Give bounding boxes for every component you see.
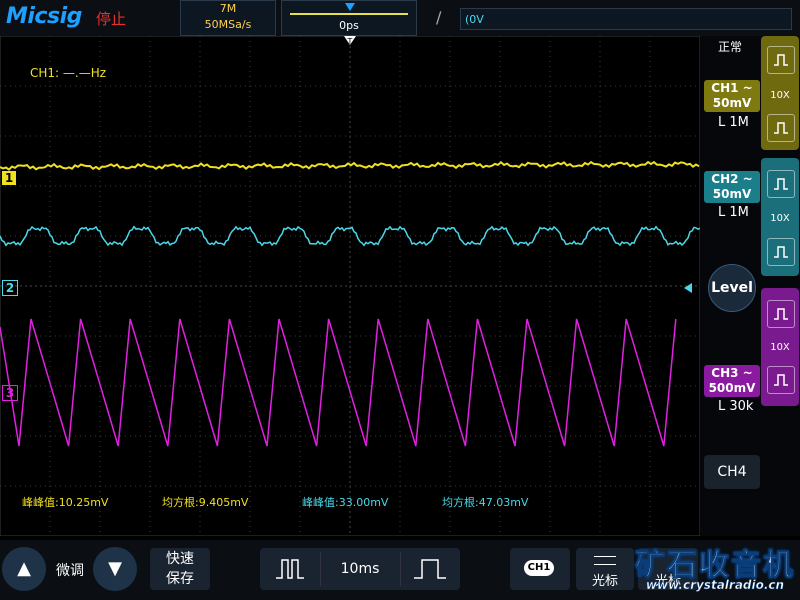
ch2-scale-label[interactable]: CH2 ~ 50mV [704,171,760,203]
sample-rate: 50MSa/s [204,18,252,31]
ch2-probe-factor[interactable]: 10X [761,213,799,224]
trigger-position-marker-icon [345,3,355,11]
record-length-bar [290,13,408,15]
ch2-coupling-tab[interactable]: 10X [761,158,799,276]
fine-adjust-label: 微调 [56,563,84,579]
dc-coupling-icon[interactable] [767,170,795,198]
ch2-volts-per-div: 50mV [712,187,752,201]
triangle-down-icon: ▼ [108,558,122,579]
ch1-trace [0,160,700,171]
site-watermark: 矿石收音机 www.crystalradio.cn [630,540,800,600]
ch1-ground-marker[interactable]: 1 [2,171,16,185]
measurement-ch1-rms: 均方根:9.405mV [162,496,249,509]
timebase-increase-button[interactable] [400,548,460,590]
trigger-level-box[interactable]: (0V [460,8,792,30]
cursor-label: 光标 [591,574,618,589]
ch3-scale-label[interactable]: CH3 ~ 500mV [704,365,760,397]
ch1-volts-per-div: 50mV [712,96,752,110]
ch3-probe-factor[interactable]: 10X [761,342,799,353]
trigger-mode[interactable]: 正常 [718,38,742,55]
run-stop-status[interactable]: 停止 [96,8,126,29]
ch1-scale-label[interactable]: CH1 ~ 50mV [704,80,760,112]
quick-save-label-line1: 快速 [166,551,194,567]
trigger-position-value: 0ps [339,19,359,32]
triangle-up-icon: ▲ [17,558,31,579]
ch3-ground-marker[interactable]: 3 [2,385,18,401]
acquisition-settings[interactable]: 7M 50MSa/s [180,0,276,36]
double-pulse-icon [276,559,304,579]
cursor-button[interactable]: 光标 [576,548,634,590]
ch2-ground-marker[interactable]: 2 [2,280,18,296]
ch3-name: CH3 ~ [711,366,753,380]
fine-down-button[interactable]: ▼ [93,547,137,591]
cursor-line-icon [594,564,616,565]
rising-edge-icon[interactable]: ∕ [436,8,441,27]
timebase-value[interactable]: 10ms [320,548,400,590]
quick-save-button[interactable]: 快速 保存 [150,548,210,590]
measurement-ch2-rms: 均方根:47.03mV [442,496,529,509]
timebase-control: 10ms [260,548,460,590]
ch1-name: CH1 ~ [711,81,753,95]
ac-coupling-icon[interactable] [767,366,795,394]
channel-select-button[interactable]: CH1 [510,548,570,590]
quick-save-label-line2: 保存 [166,571,194,587]
fine-up-button[interactable]: ▲ [2,547,46,591]
ch2-impedance: L 1M [718,205,749,220]
measurement-ch2-vpp: 峰峰值:33.00mV [302,496,389,509]
graticule-grid [0,36,700,536]
waveform-display[interactable]: T [0,36,700,536]
ch3-volts-per-div: 500mV [708,381,756,395]
measurement-ch1-vpp: 峰峰值:10.25mV [22,496,109,509]
dc-coupling-icon[interactable] [767,46,795,74]
ch3-coupling-tab[interactable]: 10X [761,288,799,406]
ac-coupling-icon[interactable] [767,114,795,142]
ch4-button[interactable]: CH4 [704,455,760,489]
ch1-coupling-tab[interactable]: 10X [761,36,799,150]
trigger-level-arrow-icon [684,283,692,293]
memory-depth: 7M [219,2,237,15]
trigger-level-knob[interactable]: Level [708,264,756,312]
trigger-position-box[interactable]: 0ps [281,0,417,36]
ch1-impedance: L 1M [718,115,749,130]
ac-coupling-icon[interactable] [767,238,795,266]
trigger-time-marker-letter: T [347,37,353,46]
channel-badge: CH1 [524,560,554,576]
single-pulse-icon [414,559,446,579]
brand-logo: Micsig [6,4,82,29]
dc-coupling-icon[interactable] [767,300,795,328]
ch2-name: CH2 ~ [711,172,753,186]
ch1-probe-factor[interactable]: 10X [761,90,799,101]
cursor-line-icon [594,556,616,557]
ch3-trace [0,318,677,447]
watermark-url: www.crystalradio.cn [645,578,785,593]
timebase-decrease-button[interactable] [260,548,320,590]
ch3-impedance: L 30k [718,399,754,414]
ch1-frequency-readout: CH1: —.—Hz [30,66,107,80]
